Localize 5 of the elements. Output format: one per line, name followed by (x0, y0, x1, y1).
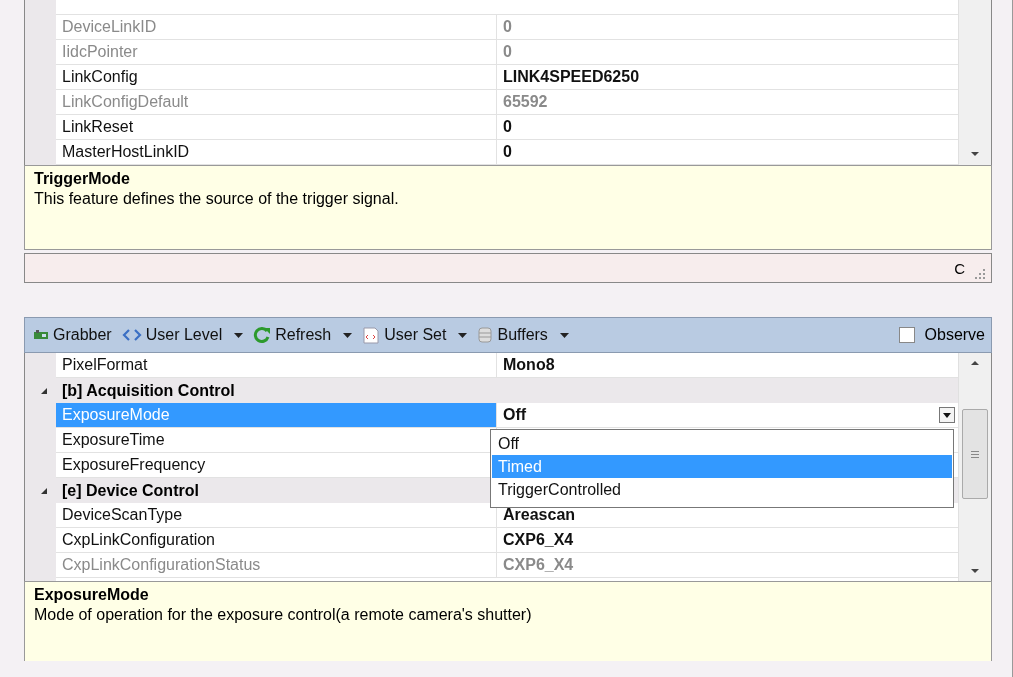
description-text: This feature defines the source of the trigger signal. (34, 190, 400, 208)
status-text: C (954, 259, 965, 277)
description-text: Mode of operation for the exposure control(a remote camera's shutter) (34, 606, 533, 624)
description-title: ExposureMode (34, 586, 150, 604)
description-title: TriggerMode (34, 170, 131, 188)
